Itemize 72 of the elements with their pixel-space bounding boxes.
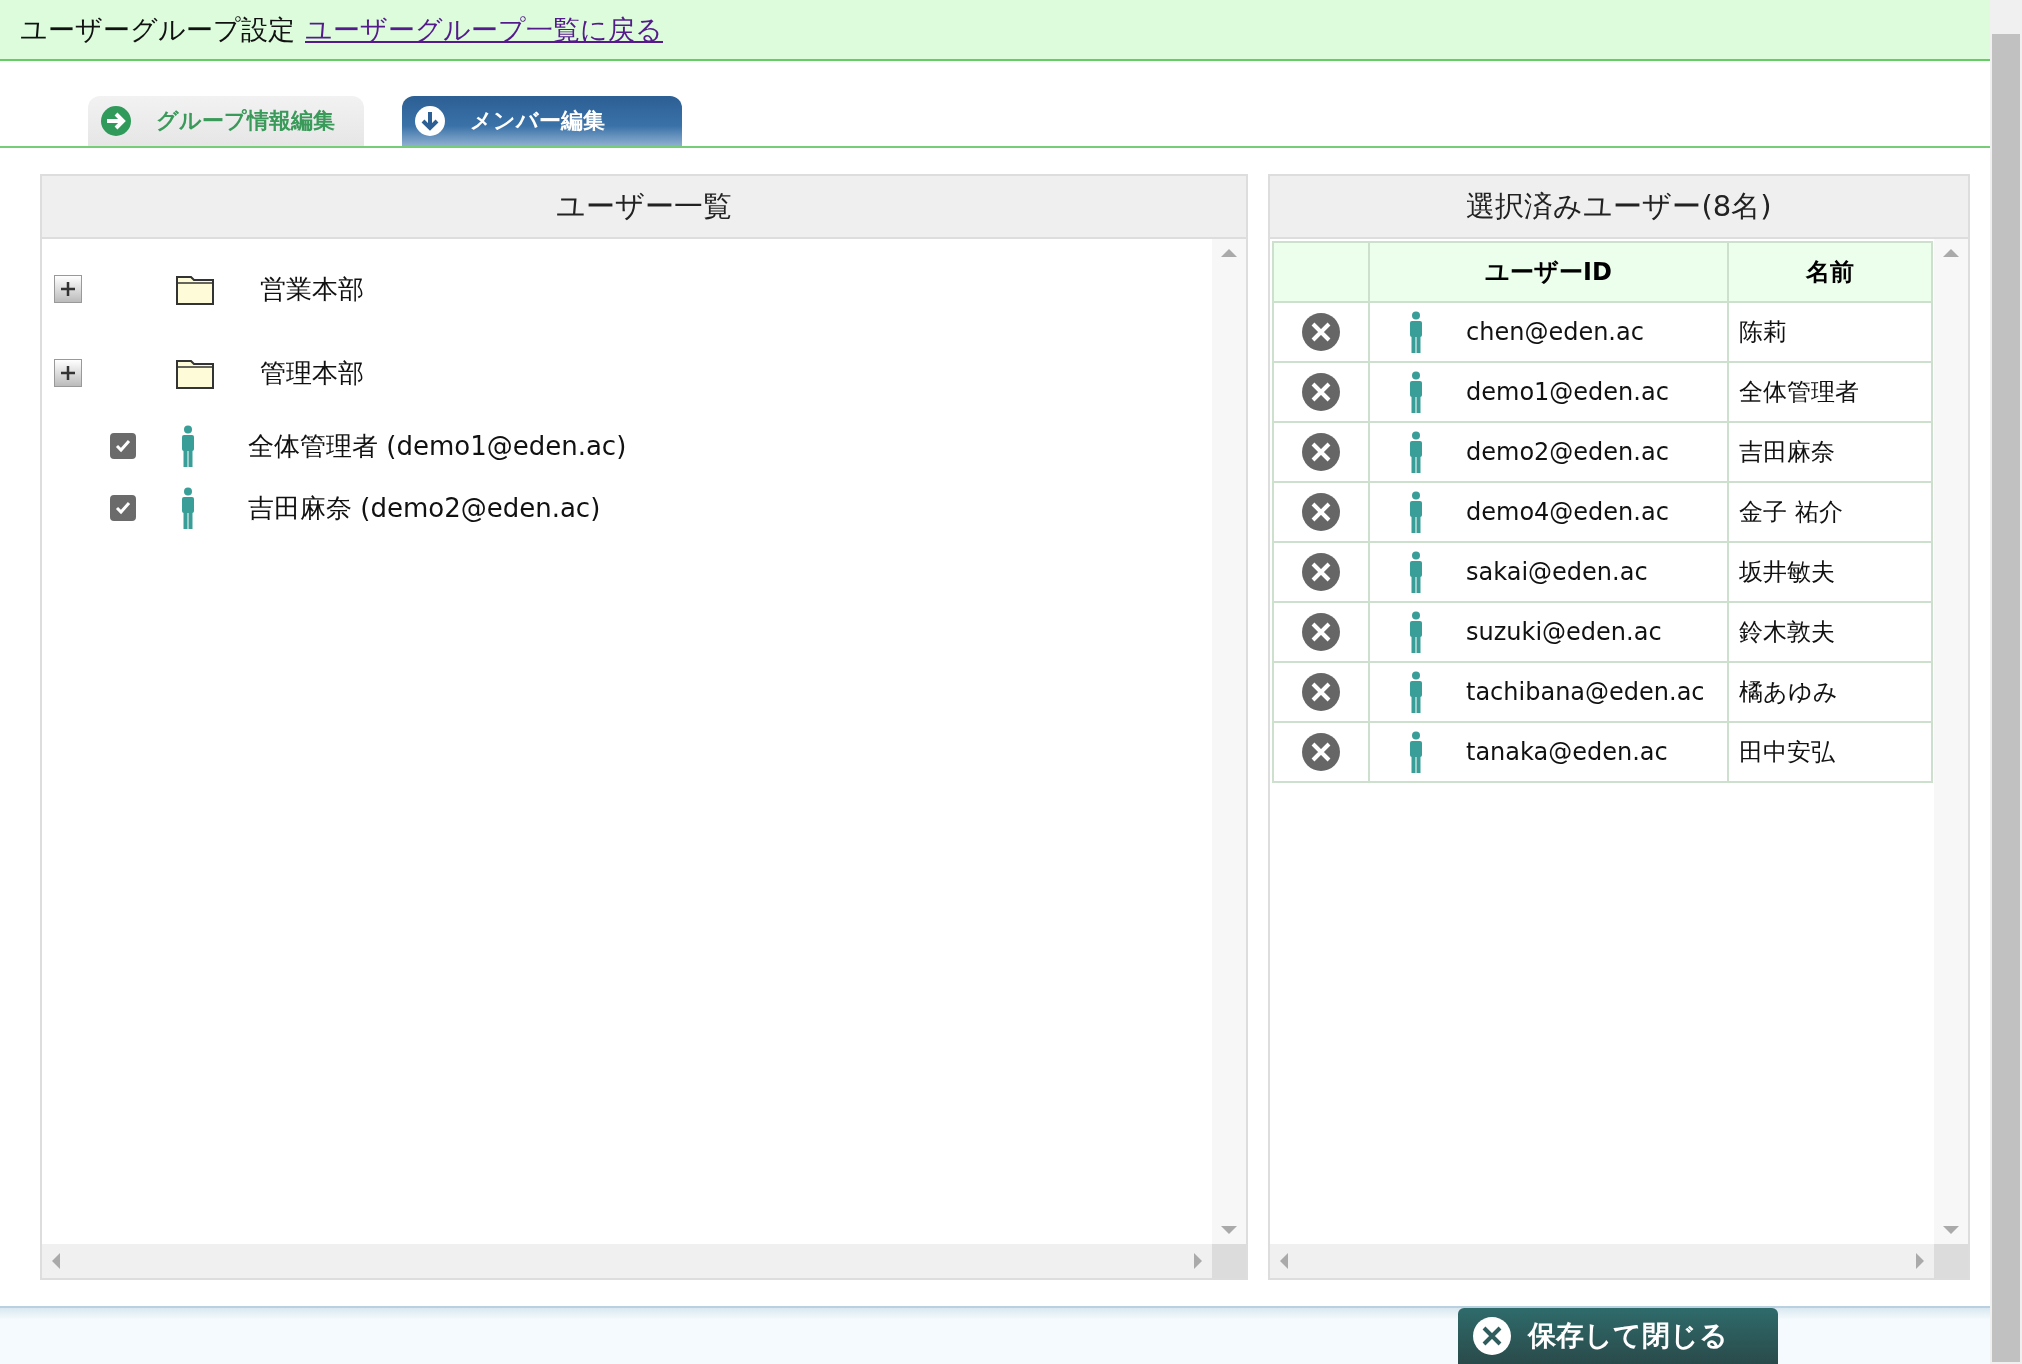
folder-icon — [176, 273, 214, 305]
remove-button[interactable] — [1301, 552, 1341, 592]
checkmark-icon — [114, 437, 132, 455]
user-id-text: demo1@eden.ac — [1466, 378, 1669, 406]
person-icon — [1408, 311, 1424, 353]
vertical-scrollbar[interactable] — [1934, 239, 1968, 1244]
person-icon — [1408, 491, 1424, 533]
name-text: 全体管理者 — [1739, 377, 1859, 408]
arrow-right-circle-icon — [100, 105, 132, 137]
column-header: 名前 — [1728, 242, 1932, 302]
person-icon — [1408, 371, 1424, 413]
remove-button[interactable] — [1301, 672, 1341, 712]
close-icon — [1301, 492, 1341, 532]
expand-button[interactable] — [54, 275, 82, 303]
person-icon — [180, 487, 196, 529]
tab[interactable]: メンバー編集 — [402, 96, 682, 146]
vertical-scrollbar[interactable] — [1212, 239, 1246, 1244]
horizontal-scrollbar[interactable] — [1270, 1244, 1934, 1278]
close-icon — [1301, 732, 1341, 772]
user-label[interactable]: 吉田麻奈 (demo2@eden.ac) — [248, 490, 601, 526]
page-scrollbar[interactable] — [1990, 0, 2022, 1364]
plus-icon — [59, 364, 77, 382]
name-text: 金子 祐介 — [1739, 497, 1843, 528]
folder-label[interactable]: 管理本部 — [260, 355, 364, 391]
person-icon — [1408, 671, 1424, 713]
close-icon — [1301, 552, 1341, 592]
close-icon — [1301, 312, 1341, 352]
person-icon — [1408, 551, 1424, 593]
remove-button[interactable] — [1301, 492, 1341, 532]
expand-button[interactable] — [54, 359, 82, 387]
user-id-text: tanaka@eden.ac — [1466, 738, 1668, 766]
person-icon — [1408, 611, 1424, 653]
remove-button[interactable] — [1301, 312, 1341, 352]
arrow-down-circle-icon — [414, 105, 446, 137]
remove-button[interactable] — [1301, 732, 1341, 772]
checkbox[interactable] — [110, 433, 136, 459]
plus-icon — [59, 280, 77, 298]
person-icon — [180, 425, 196, 467]
name-text: 橘あゆみ — [1739, 677, 1838, 708]
user-id-text: demo4@eden.ac — [1466, 498, 1669, 526]
folder-label[interactable]: 営業本部 — [260, 271, 364, 307]
close-icon — [1301, 432, 1341, 472]
close-icon — [1301, 612, 1341, 652]
folder-icon — [176, 357, 214, 389]
save-close-button[interactable]: 保存して閉じる — [1458, 1308, 1778, 1364]
column-header: ユーザーID — [1369, 242, 1728, 302]
checkmark-icon — [114, 499, 132, 517]
close-icon — [1472, 1316, 1512, 1356]
user-id-text: suzuki@eden.ac — [1466, 618, 1662, 646]
name-text: 吉田麻奈 — [1739, 437, 1835, 468]
user-label[interactable]: 全体管理者 (demo1@eden.ac) — [248, 428, 627, 464]
person-icon — [1408, 431, 1424, 473]
remove-button[interactable] — [1301, 612, 1341, 652]
name-text: 田中安弘 — [1739, 737, 1835, 768]
user-id-text: demo2@eden.ac — [1466, 438, 1669, 466]
page-title: ユーザーグループ設定 — [20, 12, 295, 47]
person-icon — [1408, 731, 1424, 773]
user-id-text: sakai@eden.ac — [1466, 558, 1648, 586]
close-icon — [1301, 672, 1341, 712]
name-text: 鈴木敦夫 — [1739, 617, 1835, 648]
panel-title: ユーザー一覧 — [42, 176, 1246, 239]
name-text: 坂井敏夫 — [1739, 557, 1835, 588]
panel-title: 選択済みユーザー(8名) — [1270, 176, 1968, 239]
name-text: 陈莉 — [1739, 317, 1787, 348]
horizontal-scrollbar[interactable] — [42, 1244, 1212, 1278]
user-id-text: chen@eden.ac — [1466, 318, 1644, 346]
remove-button[interactable] — [1301, 432, 1341, 472]
back-link[interactable]: ユーザーグループ一覧に戻る — [305, 11, 663, 48]
remove-button[interactable] — [1301, 372, 1341, 412]
user-id-text: tachibana@eden.ac — [1466, 678, 1705, 706]
checkbox[interactable] — [110, 495, 136, 521]
close-icon — [1301, 372, 1341, 412]
